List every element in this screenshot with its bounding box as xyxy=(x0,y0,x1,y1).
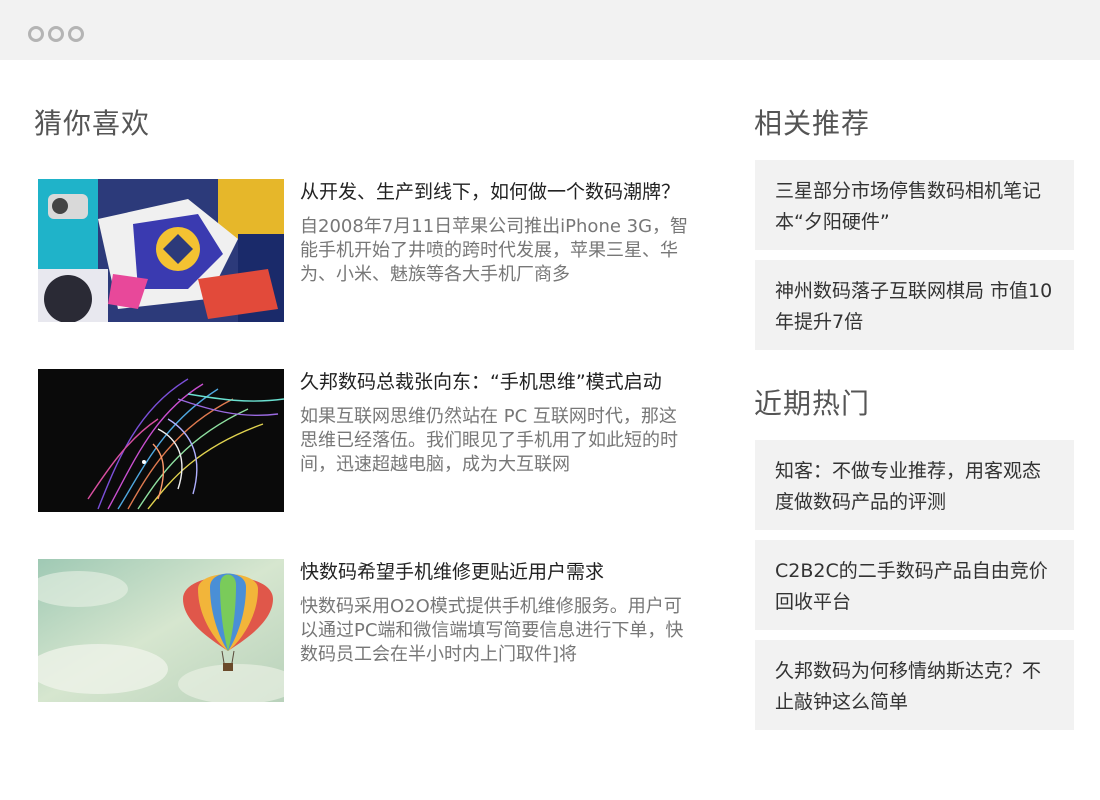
hot-item[interactable]: C2B2C的二手数码产品自由竞价回收平台 xyxy=(755,540,1074,630)
article-item[interactable]: 快数码希望手机维修更贴近用户需求 快数码采用O2O模式提供手机维修服务。用户可以… xyxy=(38,559,698,702)
hot-air-balloon-image xyxy=(38,559,284,702)
related-item-title[interactable]: 三星部分市场停售数码相机笔记本“夕阳硬件” xyxy=(775,176,1054,238)
hot-item-title[interactable]: 知客：不做专业推荐，用客观态度做数码产品的评测 xyxy=(775,456,1054,518)
article-title[interactable]: 快数码希望手机维修更贴近用户需求 xyxy=(300,559,604,585)
related-item[interactable]: 三星部分市场停售数码相机笔记本“夕阳硬件” xyxy=(755,160,1074,250)
hot-item-title[interactable]: C2B2C的二手数码产品自由竞价回收平台 xyxy=(775,556,1054,618)
article-description: 如果互联网思维仍然站在 PC 互联网时代，那这思维已经落伍。我们眼见了手机用了如… xyxy=(300,406,678,475)
article-thumbnail-line-portrait[interactable] xyxy=(38,369,284,512)
article-title[interactable]: 久邦数码总裁张向东：“手机思维”模式启动 xyxy=(300,369,662,395)
window-control-dot[interactable] xyxy=(48,26,64,42)
hot-item[interactable]: 久邦数码为何移情纳斯达克？不止敲钟这么简单 xyxy=(755,640,1074,730)
article-description: 自2008年7月11日苹果公司推出iPhone 3G，智能手机开始了井喷的跨时代… xyxy=(300,216,689,285)
hot-item-title[interactable]: 久邦数码为何移情纳斯达克？不止敲钟这么简单 xyxy=(775,656,1054,718)
article-thumbnail-balloon[interactable] xyxy=(38,559,284,702)
section-title-hot: 近期热门 xyxy=(754,387,871,420)
related-item-title[interactable]: 神州数码落子互联网棋局 市值10年提升7倍 xyxy=(775,276,1054,338)
section-title-related: 相关推荐 xyxy=(754,107,871,140)
window-control-dot[interactable] xyxy=(28,26,44,42)
article-thumbnail-phone-case[interactable] xyxy=(38,179,284,322)
section-title-guess: 猜你喜欢 xyxy=(34,107,151,140)
article-description: 快数码采用O2O模式提供手机维修服务。用户可以通过PC端和微信端填写简要信息进行… xyxy=(300,596,684,665)
phone-case-image xyxy=(38,179,284,322)
related-item[interactable]: 神州数码落子互联网棋局 市值10年提升7倍 xyxy=(755,260,1074,350)
article-item[interactable]: 久邦数码总裁张向东：“手机思维”模式启动 如果互联网思维仍然站在 PC 互联网时… xyxy=(38,369,698,512)
article-title[interactable]: 从开发、生产到线下，如何做一个数码潮牌？ xyxy=(300,179,680,205)
window-control-dot[interactable] xyxy=(68,26,84,42)
line-portrait-image xyxy=(38,369,284,512)
article-item[interactable]: 从开发、生产到线下，如何做一个数码潮牌？ 自2008年7月11日苹果公司推出iP… xyxy=(38,179,698,322)
window-titlebar xyxy=(0,0,1100,60)
hot-item[interactable]: 知客：不做专业推荐，用客观态度做数码产品的评测 xyxy=(755,440,1074,530)
